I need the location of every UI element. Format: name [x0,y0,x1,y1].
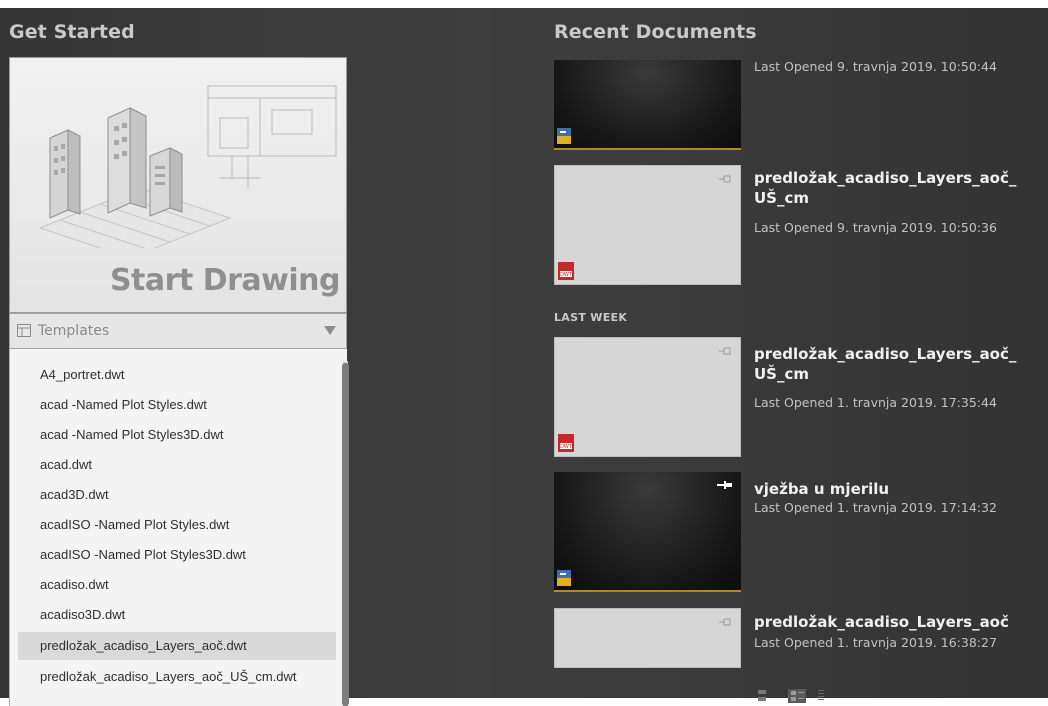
template-item-selected[interactable]: predložak_acadiso_Layers_aoč.dwt [18,632,336,660]
thumbnail-list-view-icon[interactable] [788,689,806,703]
dwg-file-icon [557,570,571,586]
start-tab-background: Get Started Recent Documents Start Drawi… [0,8,1048,706]
templates-dropdown[interactable]: Templates [9,313,347,349]
pin-icon[interactable] [718,174,732,184]
dwt-file-icon: DWT [558,434,574,452]
recent-doc-thumbnail[interactable]: DWT [554,165,741,285]
pin-icon[interactable] [718,346,732,356]
recent-doc-name[interactable]: predložak_acadiso_Layers_aoč_ UŠ_cm [754,344,1044,384]
template-item[interactable]: acad -Named Plot Styles3D.dwt [18,421,336,449]
template-item[interactable]: acad.dwt [18,451,336,479]
svg-text:DWT: DWT [560,444,573,450]
recent-doc-thumbnail[interactable] [554,60,741,150]
dwt-file-icon: DWT [558,262,574,280]
recent-doc-name[interactable]: predložak_acadiso_Layers_aoč_ UŠ_cm [754,168,1044,208]
template-item[interactable]: A4_portret.dwt [18,361,336,389]
recent-doc-last-opened: Last Opened 1. travnja 2019. 17:35:44 [754,395,997,410]
recent-doc-name[interactable]: vježba u mjerilu [754,479,1044,499]
dwg-file-icon [557,128,571,144]
start-drawing-label: Start Drawing [109,263,341,298]
recent-doc-thumbnail[interactable] [554,472,741,592]
scrollbar-thumb[interactable] [342,363,349,706]
start-drawing-button[interactable]: Start Drawing [9,57,347,313]
large-thumbnails-view-icon[interactable] [758,690,766,701]
recent-doc-last-opened: Last Opened 9. travnja 2019. 10:50:36 [754,220,997,235]
template-item[interactable]: predložak_acadiso_Layers_aoč_UŠ_cm.dwt [18,663,336,691]
view-mode-toolbar [758,689,824,703]
recent-doc-name[interactable]: predložak_acadiso_Layers_aoč [754,612,1044,632]
templates-list: A4_portret.dwt acad -Named Plot Styles.d… [9,349,349,706]
template-item[interactable]: acadiso.dwt [18,571,336,599]
recent-doc-last-opened: Last Opened 9. travnja 2019. 10:50:44 [754,59,997,74]
template-item[interactable]: acad3D.dwt [18,481,336,509]
get-started-heading: Get Started [9,21,135,43]
template-item[interactable]: acadiso3D.dwt [18,601,336,629]
template-item[interactable]: acad -Named Plot Styles.dwt [18,391,336,419]
template-item[interactable]: acadISO -Named Plot Styles3D.dwt [18,541,336,569]
recent-doc-thumbnail[interactable] [554,608,741,668]
recent-doc-thumbnail[interactable]: DWT [554,337,741,457]
pin-icon[interactable] [718,617,732,627]
template-item[interactable]: acadISO -Named Plot Styles.dwt [18,511,336,539]
template-grid-icon [17,324,31,337]
recent-documents-heading: Recent Documents [554,21,757,43]
building-illustration-icon [38,85,337,248]
recent-doc-last-opened: Last Opened 1. travnja 2019. 16:38:27 [754,635,997,650]
pin-icon-pinned[interactable] [717,480,733,490]
recent-doc-last-opened: Last Opened 1. travnja 2019. 17:14:32 [754,500,997,515]
section-last-week: LAST WEEK [554,311,628,324]
chevron-down-icon[interactable] [324,326,336,335]
templates-label: Templates [38,323,110,339]
svg-text:DWT: DWT [560,272,573,278]
list-view-icon[interactable] [818,690,824,700]
